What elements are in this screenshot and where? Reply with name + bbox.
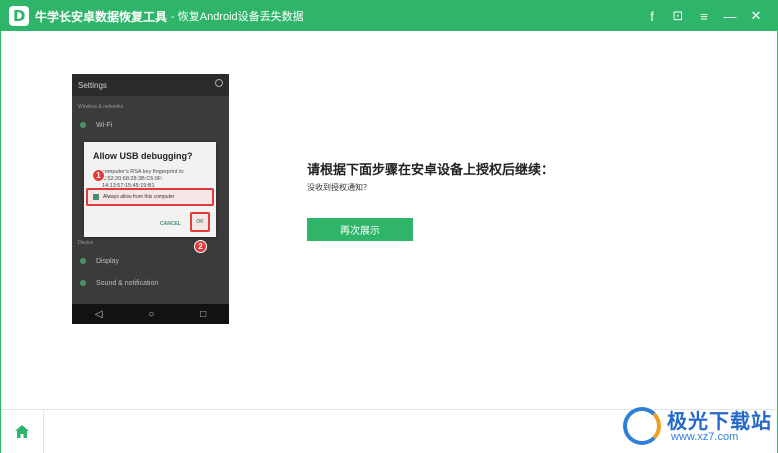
watermark-url: www.xz7.com <box>671 431 739 443</box>
search-icon <box>215 79 223 87</box>
phone-row-sound: Sound & notification <box>72 272 229 294</box>
watermark-text: 极光下载站 <box>667 411 772 433</box>
close-icon[interactable]: ✕ <box>743 1 769 31</box>
phone-settings-header: Settings <box>72 74 229 96</box>
app-logo-icon <box>9 6 29 26</box>
phone-row-display: Display <box>72 250 229 272</box>
feedback-icon[interactable]: ⊡ <box>665 1 691 31</box>
show-again-button[interactable]: 再次展示 <box>307 218 413 241</box>
wifi-icon <box>80 122 86 128</box>
sound-icon <box>80 280 86 286</box>
watermark-logo-icon <box>623 407 661 445</box>
app-subtitle: - 恢复Android设备丢失数据 <box>171 11 304 23</box>
phone-row-sound-label: Sound & notification <box>96 279 159 287</box>
app-title: 牛学长安卓数据恢复工具 <box>35 9 168 24</box>
no-notification-link[interactable]: 没收到授权通知？ <box>307 182 371 193</box>
home-icon <box>15 425 29 438</box>
home-button[interactable] <box>1 410 44 453</box>
phone-settings-title: Settings <box>78 80 107 90</box>
display-icon <box>80 258 86 264</box>
title-bar: 牛学长安卓数据恢复工具 - 恢复Android设备丢失数据 f ⊡ ≡ — ✕ <box>1 1 777 31</box>
minimize-icon[interactable]: — <box>717 1 743 31</box>
dialog-title: Allow USB debugging? <box>93 151 193 161</box>
phone-section-wireless: Wireless & networks <box>78 104 124 110</box>
recent-apps-icon: □ <box>200 308 207 320</box>
usb-debugging-dialog: Allow USB debugging? computer's RSA key … <box>84 142 216 237</box>
facebook-icon[interactable]: f <box>639 1 665 31</box>
checkbox-checked-icon <box>93 194 99 200</box>
window-controls: f ⊡ ≡ — ✕ <box>639 1 769 31</box>
always-allow-label: Always allow from this computer <box>103 194 175 200</box>
phone-row-display-label: Display <box>96 257 119 265</box>
dialog-ok: OK <box>190 212 210 232</box>
home-circle-icon: ○ <box>148 308 155 320</box>
always-allow-checkbox: Always allow from this computer <box>86 188 214 206</box>
app-window: 牛学长安卓数据恢复工具 - 恢复Android设备丢失数据 f ⊡ ≡ — ✕ … <box>0 0 778 453</box>
step-1-badge: 1 <box>92 169 105 182</box>
back-icon: ◁ <box>94 308 103 320</box>
dialog-body: computer's RSA key fingerprint is: C:52:… <box>102 169 185 189</box>
phone-row-wifi-label: Wi-Fi <box>96 121 113 129</box>
menu-icon[interactable]: ≡ <box>691 1 717 31</box>
instruction-title: 请根据下面步骤在安卓设备上授权后继续： <box>307 162 555 177</box>
step-2-badge: 2 <box>194 240 207 253</box>
phone-row-wifi: Wi-Fi <box>72 114 229 136</box>
dialog-cancel: CANCEL <box>160 221 181 227</box>
phone-nav-bar: ◁ ○ □ <box>72 304 229 324</box>
watermark: 极光下载站 www.xz7.com <box>619 401 778 451</box>
